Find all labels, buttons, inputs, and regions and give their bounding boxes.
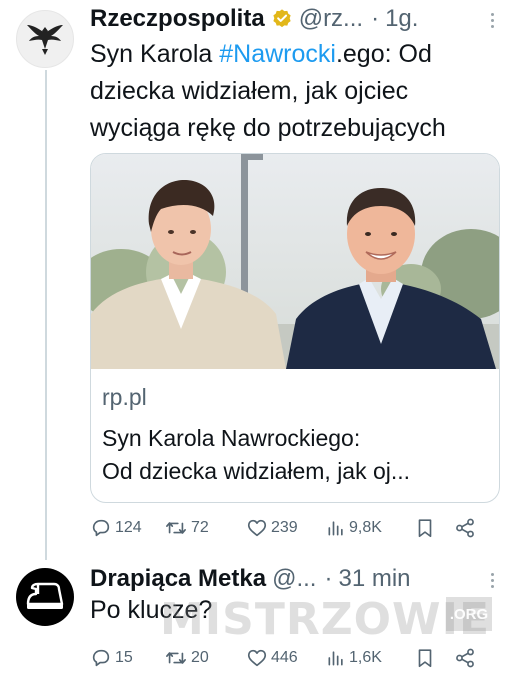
timestamp[interactable]: 1g.	[385, 5, 418, 33]
repost-button[interactable]: 72	[164, 517, 246, 539]
like-button[interactable]: 446	[246, 647, 326, 669]
views-button[interactable]: 1,6K	[326, 647, 414, 669]
views-button[interactable]: 9,8K	[326, 517, 414, 539]
card-title: Syn Karola Nawrockiego: Od dziecka widzi…	[102, 422, 492, 488]
share-icon	[456, 648, 474, 668]
clothes-iron-icon	[26, 582, 64, 609]
more-icon[interactable]	[482, 568, 502, 592]
views-icon	[328, 651, 343, 666]
author-name[interactable]: Drapiąca Metka	[90, 565, 266, 593]
reply-icon	[92, 519, 110, 537]
reply-button[interactable]: 15	[90, 647, 164, 669]
card-title-line: Od dziecka widziałem, jak oj...	[102, 458, 411, 484]
like-icon	[247, 519, 267, 537]
views-count: 9,8K	[349, 519, 382, 536]
tweet-header: Drapiąca Metka @... · 31 min	[90, 564, 502, 594]
reply-count: 15	[115, 649, 133, 666]
link-preview-card[interactable]: rp.pl Syn Karola Nawrockiego: Od dziecka…	[90, 153, 500, 503]
tweet-rzeczpospolita[interactable]: Rzeczpospolita @rz... · 1g. Syn Karola #…	[0, 0, 517, 560]
bookmark-button[interactable]	[414, 647, 454, 669]
tweet-text: Po klucze?	[90, 596, 213, 624]
more-icon[interactable]	[482, 8, 502, 32]
verified-badge-icon	[273, 9, 291, 28]
share-button[interactable]	[454, 647, 476, 669]
like-count: 446	[271, 649, 298, 666]
reply-count: 124	[115, 519, 142, 536]
separator-dot: ·	[324, 565, 333, 592]
share-button[interactable]	[454, 517, 476, 539]
card-title-line: Syn Karola Nawrockiego:	[102, 425, 361, 451]
thread-connector-line	[45, 70, 47, 560]
separator-dot: ·	[371, 5, 380, 32]
author-handle[interactable]: @rz...	[299, 5, 363, 33]
card-domain: rp.pl	[102, 384, 147, 410]
tweet-drapiaca-metka[interactable]: Drapiąca Metka @... · 31 min Po klucze? …	[0, 560, 517, 680]
repost-icon	[166, 522, 186, 534]
bookmark-button[interactable]	[414, 517, 454, 539]
eagle-logo-icon	[27, 25, 63, 55]
share-icon	[456, 518, 474, 538]
author-handle[interactable]: @...	[272, 565, 316, 593]
like-icon	[247, 649, 267, 667]
like-count: 239	[271, 519, 298, 536]
timestamp[interactable]: 31 min	[338, 565, 410, 593]
tweet-actions: 15 20 446 1,6K	[90, 643, 500, 673]
repost-count: 20	[191, 649, 209, 666]
hashtag-link[interactable]: #Nawrocki	[219, 40, 336, 68]
views-icon	[328, 521, 343, 536]
views-count: 1,6K	[349, 649, 382, 666]
repost-button[interactable]: 20	[164, 647, 246, 669]
bookmark-icon	[418, 519, 432, 538]
bookmark-icon	[418, 649, 432, 668]
reply-icon	[92, 649, 110, 667]
tweet-text: Syn Karola #Nawrocki.ego: Od dziecka wid…	[90, 36, 505, 147]
reply-button[interactable]: 124	[90, 517, 164, 539]
avatar[interactable]	[16, 568, 74, 626]
repost-icon	[166, 652, 186, 664]
like-button[interactable]: 239	[246, 517, 326, 539]
avatar[interactable]	[16, 10, 74, 68]
card-image	[91, 154, 499, 369]
tweet-actions: 124 72 239 9,8K	[90, 513, 500, 543]
tweet-text-start: Syn Karola	[90, 40, 220, 68]
tweet-header: Rzeczpospolita @rz... · 1g.	[90, 4, 502, 34]
author-name[interactable]: Rzeczpospolita	[90, 5, 265, 33]
repost-count: 72	[191, 519, 209, 536]
